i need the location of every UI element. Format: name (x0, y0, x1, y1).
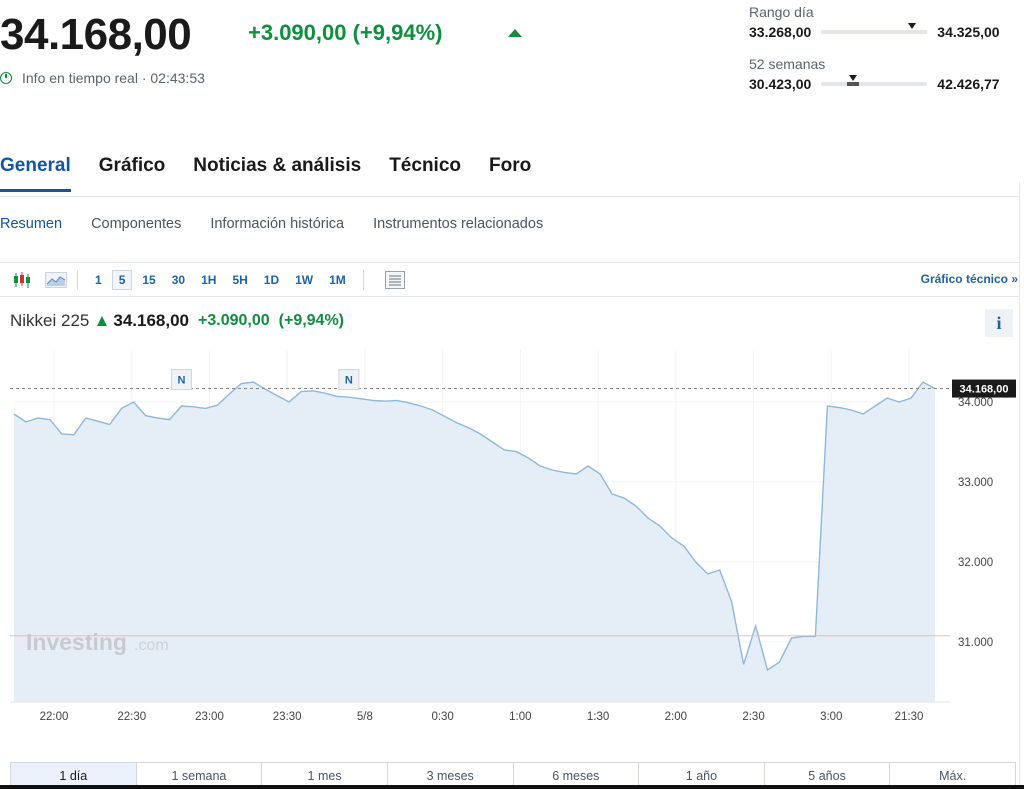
x-tick-label: 5/8 (357, 711, 373, 723)
technical-chart-link[interactable]: Gráfico técnico » (921, 272, 1018, 286)
main-tabs: General Gráfico Noticias & análisis Técn… (0, 155, 531, 192)
info-icon[interactable]: i (985, 309, 1013, 337)
quote-price: 34.168,00 (113, 311, 190, 330)
quote-change: +3.090,00 (198, 312, 270, 329)
table-icon[interactable] (383, 270, 407, 290)
interval-1[interactable]: 1 (89, 271, 108, 289)
tab-noticias[interactable]: Noticias & análisis (193, 155, 361, 192)
x-tick-label: 1:00 (509, 711, 531, 723)
toolbar-divider (77, 270, 78, 290)
interval-30[interactable]: 30 (166, 271, 191, 289)
interval-1d[interactable]: 1D (258, 271, 285, 289)
x-tick-label: 21:30 (895, 711, 924, 723)
chart-quote: Nikkei 225 34.168,00 +3.090,00 (+9,94%) (10, 311, 344, 331)
subtab-resumen[interactable]: Resumen (0, 216, 62, 232)
divider (0, 262, 1020, 263)
x-tick-label: 23:30 (273, 711, 302, 723)
realtime-text: Info en tiempo real · 02:43:53 (22, 70, 205, 86)
x-tick-label: 2:00 (665, 711, 687, 723)
day-range-high: 34.325,00 (937, 24, 1000, 40)
x-tick-label: 1:30 (587, 711, 609, 723)
price-chart[interactable]: Investing .com 34.000 33.000 32.000 31.000 34.… (0, 340, 1020, 740)
sub-tabs: Resumen Componentes Información históric… (0, 216, 543, 232)
interval-1h[interactable]: 1H (195, 271, 222, 289)
chart-toolbar: 1 5 15 30 1H 5H 1D 1W 1M Gráfico técnico… (0, 264, 1020, 296)
last-price: 34.168,00 (0, 10, 192, 59)
day-range-bar (821, 23, 928, 34)
day-range-low: 33.268,00 (749, 24, 812, 40)
week52-range-bar (821, 75, 928, 86)
tab-grafico[interactable]: Gráfico (99, 155, 166, 192)
tab-general[interactable]: General (0, 155, 71, 192)
news-marker-label: N (177, 375, 185, 387)
y-tick-label: 33.000 (958, 477, 993, 489)
interval-5[interactable]: 5 (111, 270, 133, 290)
quote-pct: (+9,94%) (278, 312, 345, 329)
interval-5h[interactable]: 5H (226, 271, 253, 289)
clock-icon (0, 72, 12, 84)
x-tick-label: 0:30 (431, 711, 453, 723)
week52-range-marker (849, 75, 858, 81)
x-tick-label: 3:00 (820, 711, 842, 723)
x-tick-label: 23:00 (195, 711, 224, 723)
window-bottom-edge (0, 785, 1024, 789)
x-tick-label: 22:30 (117, 711, 146, 723)
interval-1w[interactable]: 1W (289, 271, 319, 289)
day-range: Rango día 33.268,00 34.325,00 (749, 4, 1000, 40)
toolbar-divider (362, 270, 364, 290)
price-change: +3.090,00 (+9,94%) (248, 20, 443, 45)
interval-15[interactable]: 15 (136, 271, 161, 289)
subtab-relacionados[interactable]: Instrumentos relacionados (373, 216, 543, 232)
interval-1m[interactable]: 1M (323, 271, 352, 289)
area-chart-icon[interactable] (44, 270, 68, 290)
last-price-label: 34.168,00 (960, 384, 1009, 396)
week52-range-fill (847, 82, 860, 86)
week52-range-label: 52 semanas (749, 56, 826, 72)
news-marker-label: N (345, 375, 353, 387)
y-tick-label: 32.000 (958, 557, 993, 569)
week52-range-low: 30.423,00 (749, 76, 812, 92)
watermark-suffix: .com (134, 637, 169, 654)
day-range-marker (908, 23, 917, 29)
tab-foro[interactable]: Foro (489, 155, 531, 192)
watermark-logo: Investing (26, 629, 127, 655)
y-tick-label: 31.000 (958, 637, 993, 649)
up-arrow-icon (97, 316, 108, 326)
subtab-componentes[interactable]: Componentes (91, 216, 181, 232)
divider (0, 196, 1020, 197)
series-area (14, 382, 935, 702)
x-tick-label: 2:30 (742, 711, 764, 723)
divider (0, 296, 1020, 297)
tab-tecnico[interactable]: Técnico (389, 155, 461, 192)
index-name: Nikkei 225 (10, 311, 90, 330)
subtab-historica[interactable]: Información histórica (210, 216, 344, 232)
day-range-label: Rango día (749, 4, 814, 20)
week52-range: 52 semanas 30.423,00 42.426,77 (749, 56, 1000, 92)
candlestick-icon[interactable] (10, 270, 34, 290)
week52-range-high: 42.426,77 (937, 76, 1000, 92)
x-tick-label: 22:00 (40, 711, 69, 723)
y-tick-label: 34.000 (958, 397, 993, 409)
realtime-info: Info en tiempo real · 02:43:53 (0, 70, 205, 86)
up-arrow-icon (508, 29, 522, 37)
